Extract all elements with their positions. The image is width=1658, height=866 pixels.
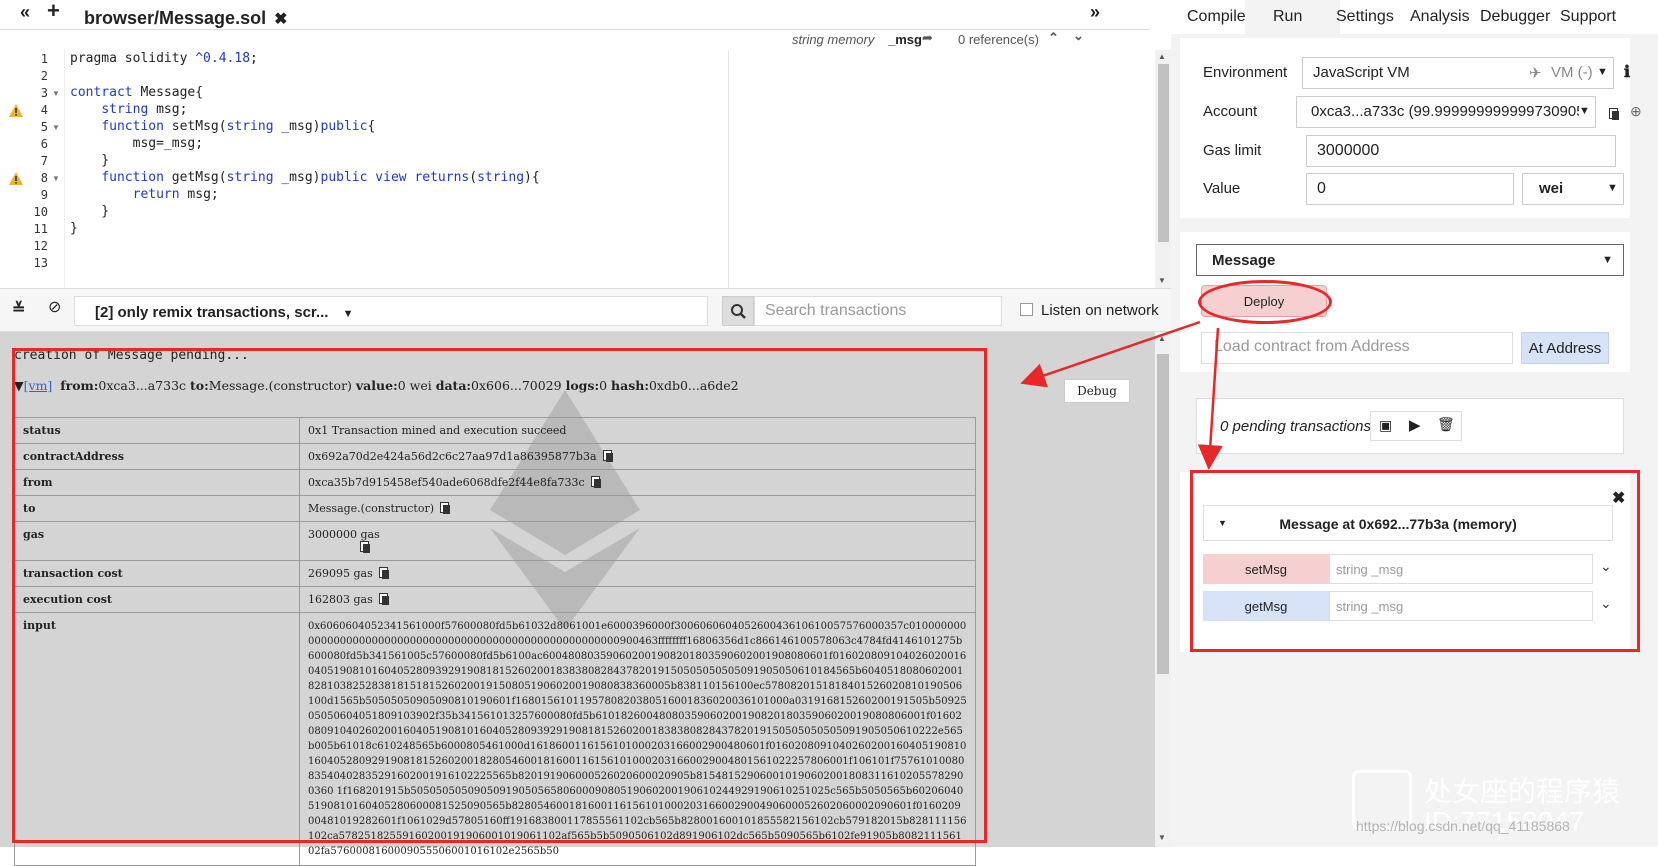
watermark-text: 处女座的程序猿	[1424, 776, 1621, 807]
watermark-url: https://blog.csdn.net/qq_41185868	[1356, 818, 1570, 834]
arrow-to-terminal	[1020, 320, 1201, 388]
arrow-to-instance	[1197, 327, 1223, 470]
annotation-arrows	[1020, 320, 1223, 470]
